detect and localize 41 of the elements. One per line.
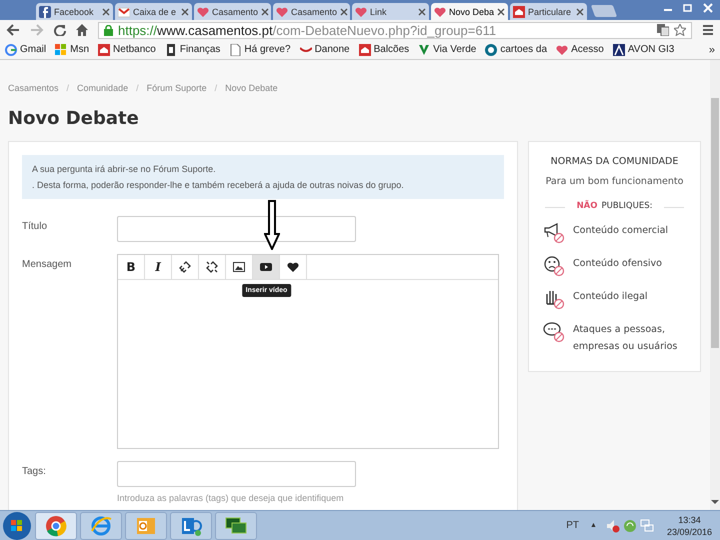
breadcrumb-separator: /	[66, 83, 70, 93]
rule-item: Conteúdo ofensivo	[573, 257, 663, 271]
browser-tab[interactable]: Particulare	[510, 3, 587, 20]
warning-word: NÃO	[576, 201, 598, 211]
more-bookmarks-button[interactable]: »	[708, 44, 715, 56]
browser-tab[interactable]: Link	[352, 3, 429, 20]
url-field[interactable]: https://www.casamentos.pt/com-DebateNuevo.php?id_group=611	[98, 22, 692, 38]
field-label: Tags:	[22, 465, 47, 479]
bookmark[interactable]: Há greve?	[229, 44, 291, 56]
rules-title: NORMAS DA COMUNIDADE	[550, 156, 680, 167]
browser-tab[interactable]: Casamento	[194, 3, 271, 20]
field-label: Mensagem	[22, 258, 72, 272]
bookmark[interactable]: Danone	[300, 44, 350, 56]
bookmark[interactable]: Netbanco	[98, 44, 156, 56]
notice-text: A sua pergunta irá abrir-se no Fórum Suporte.	[32, 163, 217, 176]
tags-hint: Introduza as palavras (tags) que deseja que identifiquem	[117, 493, 345, 503]
browser-tab[interactable]: Facebook	[36, 3, 113, 20]
rule-item: Ataques a pessoas, empresas ou usuários	[573, 323, 678, 354]
bookmark[interactable]: Finanças	[164, 44, 220, 56]
bookmark[interactable]: Acesso	[556, 44, 604, 56]
bookmark[interactable]: cartoes da	[485, 44, 548, 56]
rule-item: Conteúdo comercial	[573, 224, 670, 238]
bookmark[interactable]: Gmail	[5, 44, 46, 56]
bookmark[interactable]: Via Verde	[418, 44, 476, 56]
clock[interactable]: 13:34 23/09/2016	[666, 514, 712, 538]
url-text: https://www.casamentos.pt/com-DebateNuevo.php?id_group=611	[118, 22, 496, 38]
breadcrumb-separator: /	[136, 83, 139, 93]
warning-label: PUBLIQUES:	[601, 201, 652, 211]
bookmark[interactable]: AVON GI3	[612, 44, 674, 56]
page-title: Novo Debate	[8, 108, 140, 129]
browser-tab[interactable]: Novo Deba	[431, 3, 508, 20]
browser-tab[interactable]: Casamento	[273, 3, 350, 20]
browser-tab[interactable]: Caixa de e	[115, 3, 192, 20]
language-indicator[interactable]: PT	[566, 520, 580, 531]
breadcrumb-separator: /	[214, 83, 218, 93]
rules-subtitle: Para um bom funcionamento	[544, 176, 684, 187]
bookmark[interactable]: Balcões	[358, 44, 410, 56]
notice-text: . Desta forma, poderão responder-lhe e também receberá a ajuda de outras noivas do grupo.	[32, 179, 405, 192]
rule-item: Conteúdo ilegal	[573, 290, 649, 304]
field-label: Título	[22, 220, 48, 234]
bookmark[interactable]: Msn	[55, 44, 90, 56]
